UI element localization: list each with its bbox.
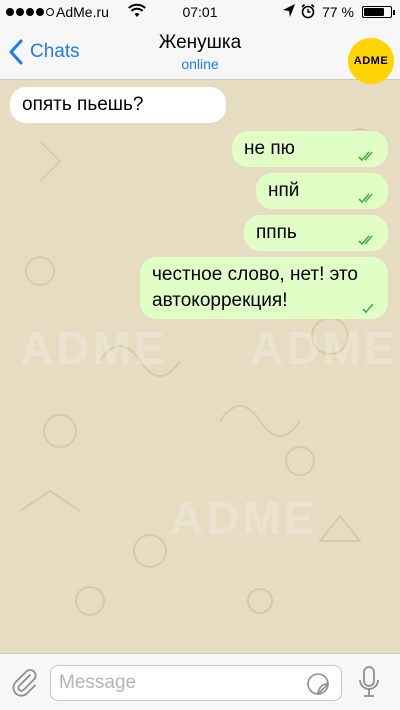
message-text: автокоррекция! — [152, 290, 288, 311]
message-input[interactable] — [50, 665, 342, 701]
watermark: ADME — [20, 322, 168, 374]
single-check-icon — [362, 303, 374, 314]
message-text: пппь — [256, 222, 297, 243]
double-check-icon — [358, 151, 373, 162]
contact-avatar[interactable]: ADME — [348, 38, 394, 84]
status-bar: AdMe.ru 07:01 77 % — [0, 0, 400, 24]
chat-header: Chats Женушка online ADME — [0, 24, 400, 84]
battery-percentage: 77 % — [322, 4, 354, 20]
watermark: ADME — [250, 322, 398, 374]
message-text: нпй — [268, 180, 300, 201]
watermark: ADME — [170, 492, 318, 544]
outgoing-message[interactable]: нпй — [256, 173, 388, 209]
microphone-icon[interactable] — [356, 664, 382, 700]
battery-icon — [362, 6, 395, 18]
double-check-icon — [358, 235, 373, 246]
chat-status: online — [181, 56, 219, 72]
message-list[interactable]: ADME ADME ADME опять пьешь? не пю нпй пп… — [0, 81, 400, 653]
location-arrow-icon — [283, 4, 295, 17]
message-input-bar — [0, 653, 400, 710]
paperclip-icon[interactable] — [8, 666, 40, 698]
outgoing-message[interactable]: честное слово, нет! это автокоррекция! — [140, 257, 388, 319]
message-text: опять пьешь? — [22, 94, 144, 115]
outgoing-message[interactable]: пппь — [244, 215, 388, 251]
double-check-icon — [358, 193, 373, 204]
alarm-icon — [301, 3, 315, 19]
message-text: честное слово, нет! это — [152, 264, 358, 285]
sticker-icon[interactable] — [306, 672, 330, 696]
incoming-message[interactable]: опять пьешь? — [10, 87, 226, 123]
chat-title[interactable]: Женушка — [0, 32, 400, 54]
message-text: не пю — [244, 138, 295, 159]
outgoing-message[interactable]: не пю — [232, 131, 388, 167]
